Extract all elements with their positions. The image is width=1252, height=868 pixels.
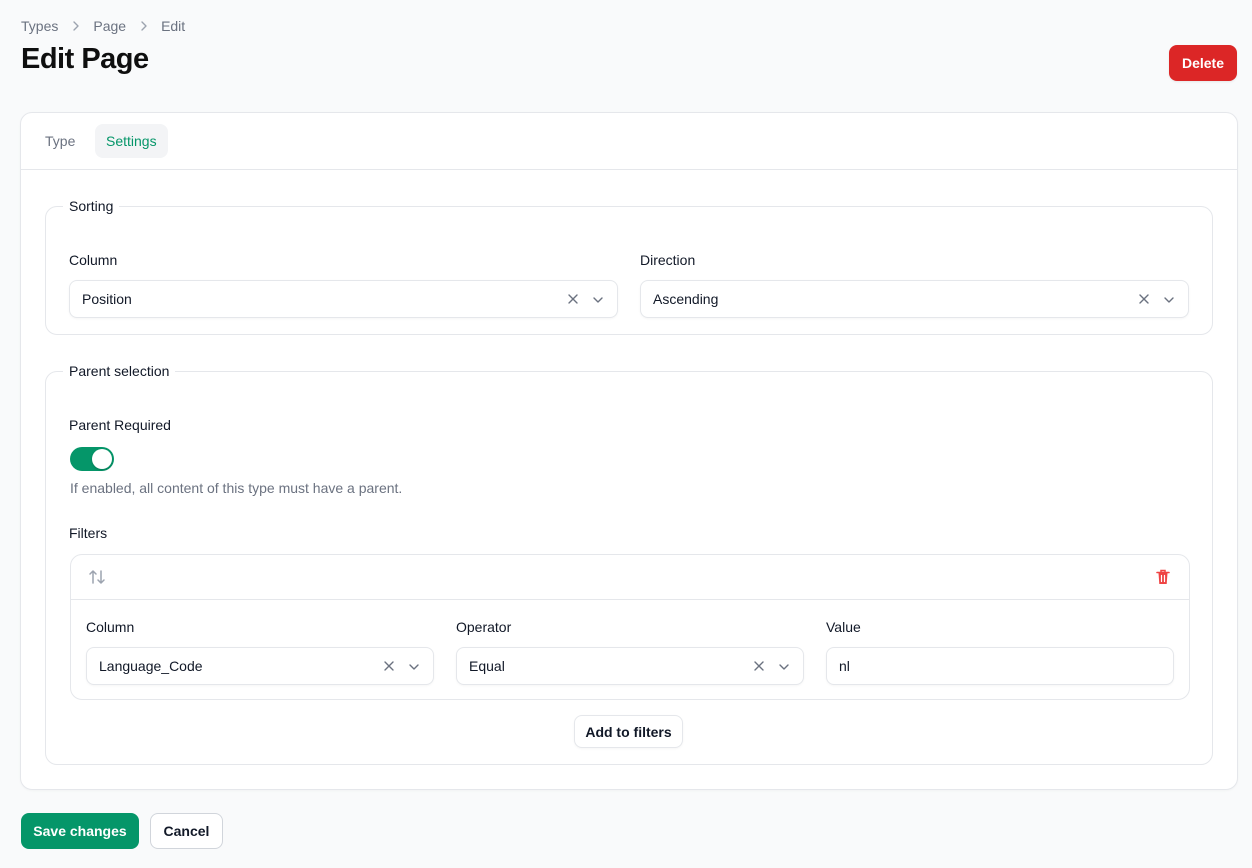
filter-value-label: Value (826, 619, 861, 635)
cancel-button[interactable]: Cancel (150, 813, 223, 849)
breadcrumb-page[interactable]: Page (93, 18, 126, 34)
breadcrumb-types[interactable]: Types (21, 18, 58, 34)
breadcrumb-edit: Edit (161, 18, 186, 34)
tab-settings[interactable]: Settings (95, 124, 168, 158)
reorder-icon[interactable] (87, 567, 107, 587)
parent-required-toggle[interactable] (70, 447, 114, 471)
add-to-filters-button[interactable]: Add to filters (574, 715, 683, 748)
sort-direction-value: Ascending (653, 291, 719, 307)
parent-selection-section: Parent selection Parent Required If enab… (45, 363, 1213, 765)
parent-required-label: Parent Required (69, 417, 171, 433)
sort-direction-select[interactable]: Ascending (640, 280, 1189, 318)
filter-item: Column Language_Code Operator Equal Valu… (70, 554, 1190, 700)
chevron-down-icon[interactable] (1162, 293, 1176, 307)
sort-column-label: Column (69, 252, 118, 268)
save-changes-button[interactable]: Save changes (21, 813, 139, 849)
chevron-right-icon (138, 20, 150, 32)
clear-icon[interactable] (382, 659, 396, 673)
sort-column-value: Position (82, 291, 132, 307)
filter-operator-value: Equal (469, 658, 505, 674)
page-title: Edit Page (21, 43, 149, 75)
filter-item-header (71, 555, 1189, 600)
delete-button[interactable]: Delete (1169, 45, 1237, 81)
chevron-right-icon (70, 20, 82, 32)
parent-required-helper: If enabled, all content of this type mus… (70, 480, 403, 496)
filter-operator-select[interactable]: Equal (456, 647, 804, 685)
tab-bar: Type Settings (21, 113, 1237, 170)
sort-direction-label: Direction (640, 252, 696, 268)
toggle-knob (92, 449, 112, 469)
chevron-down-icon[interactable] (591, 293, 605, 307)
parent-selection-legend: Parent selection (69, 363, 170, 379)
filter-operator-label: Operator (456, 619, 512, 635)
filters-label: Filters (69, 525, 108, 541)
clear-icon[interactable] (1137, 292, 1151, 306)
filter-value-input[interactable]: nl (826, 647, 1174, 685)
chevron-down-icon[interactable] (777, 660, 791, 674)
sorting-section: Sorting Column Position Direction Ascend… (45, 198, 1213, 335)
filter-column-label: Column (86, 619, 135, 635)
filter-column-select[interactable]: Language_Code (86, 647, 434, 685)
clear-icon[interactable] (752, 659, 766, 673)
sorting-legend: Sorting (69, 198, 114, 214)
sort-column-select[interactable]: Position (69, 280, 618, 318)
settings-card: Type Settings Sorting Column Position Di… (20, 112, 1238, 790)
breadcrumb: Types Page Edit (21, 18, 185, 34)
clear-icon[interactable] (566, 292, 580, 306)
filter-column-value: Language_Code (99, 658, 203, 674)
trash-icon[interactable] (1153, 567, 1173, 587)
tab-type[interactable]: Type (34, 124, 86, 158)
chevron-down-icon[interactable] (407, 660, 421, 674)
